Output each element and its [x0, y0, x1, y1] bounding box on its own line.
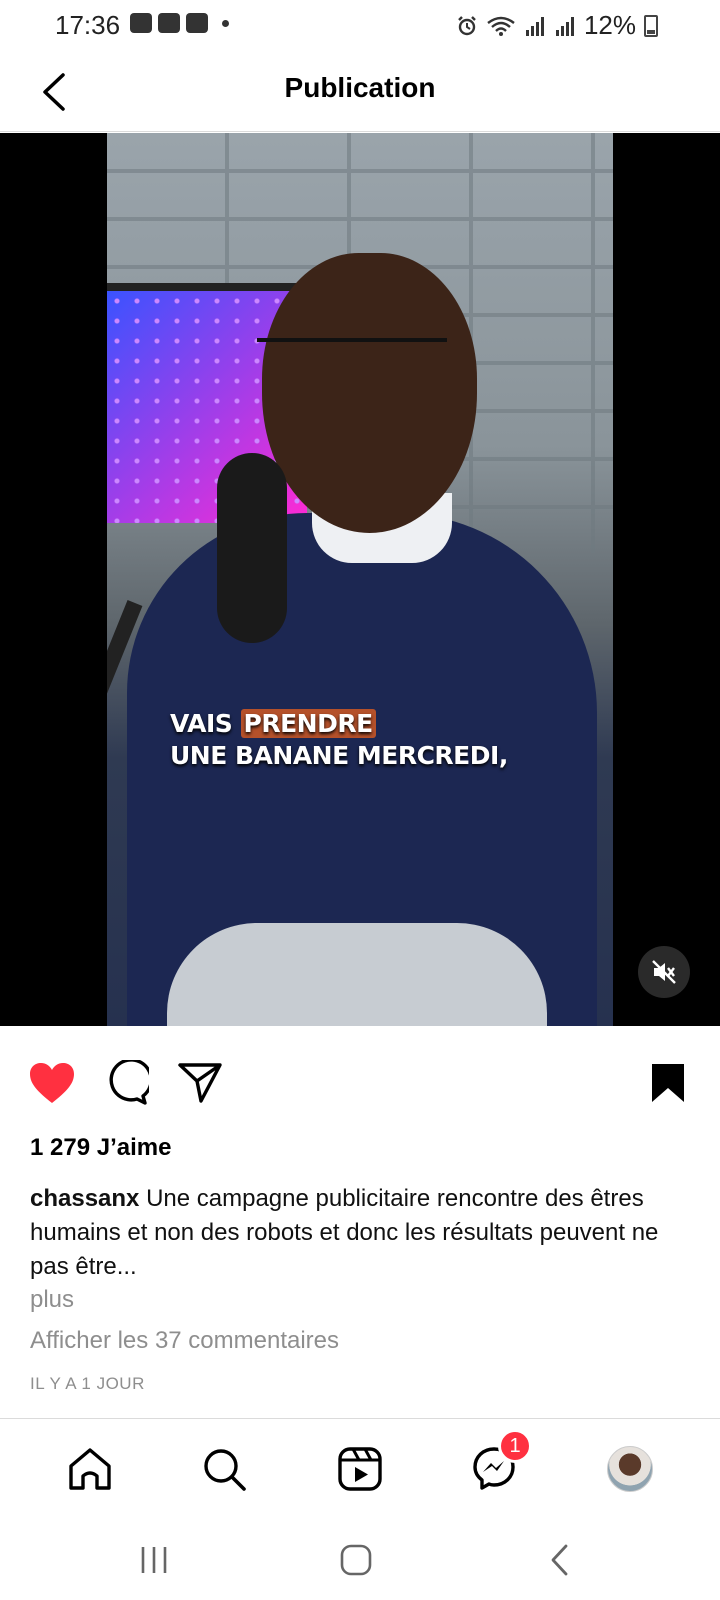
post-timestamp: IL Y A 1 JOUR [30, 1374, 145, 1393]
video-subtitle: VAIS PRENDRE UNE BANANE MERCREDI, [170, 708, 508, 772]
volume-muted-icon [652, 960, 676, 984]
youtube-icon [186, 13, 208, 33]
view-comments-link[interactable]: Afficher les 37 commentaires [30, 1327, 339, 1355]
profile-avatar [607, 1446, 653, 1492]
post-actions [0, 1050, 720, 1114]
home-button[interactable] [326, 1538, 386, 1582]
status-time: 17:36 [55, 10, 121, 40]
heart-icon [30, 1063, 74, 1103]
page-title: Publication [284, 72, 436, 103]
youtube-icon [158, 13, 180, 33]
glasses [257, 338, 447, 378]
messenger-badge: 1 [498, 1429, 532, 1463]
save-button[interactable] [643, 1058, 693, 1108]
nav-search[interactable] [198, 1443, 250, 1495]
more-notifications-icon [222, 19, 229, 27]
gallery-icon [130, 13, 152, 33]
battery-charging-icon [644, 14, 658, 37]
comment-icon [109, 1060, 149, 1105]
system-icons: 12% [456, 10, 658, 41]
status-bar: 17:36 12% [0, 0, 720, 52]
search-icon [204, 1449, 246, 1491]
person-legs [167, 923, 547, 1026]
system-back-button[interactable] [530, 1538, 590, 1582]
reels-icon [338, 1447, 382, 1491]
post-caption: chassanx Une campagne publicitaire renco… [30, 1182, 670, 1284]
more-link[interactable]: plus [30, 1286, 74, 1314]
nav-profile[interactable] [604, 1443, 656, 1495]
nav-messenger[interactable]: 1 [468, 1429, 532, 1495]
signal-icon [525, 16, 544, 36]
post-video[interactable]: VAIS PRENDRE UNE BANANE MERCREDI, [0, 133, 720, 1026]
microphone [217, 453, 287, 643]
system-navigation [0, 1518, 720, 1600]
wifi-icon [487, 16, 515, 36]
notification-icons [130, 13, 229, 33]
recents-button[interactable] [124, 1538, 184, 1582]
subtitle-text: VAIS [170, 709, 241, 738]
caption-username[interactable]: chassanx [30, 1185, 139, 1212]
mute-button[interactable] [638, 946, 690, 998]
likes-count[interactable]: 1 279 J’aime [30, 1134, 171, 1162]
home-button-icon [340, 1544, 372, 1576]
share-button[interactable] [175, 1058, 225, 1108]
nav-reels[interactable] [334, 1443, 386, 1495]
battery-level: 12% [583, 10, 636, 40]
bottom-navigation: 1 [0, 1418, 720, 1518]
back-icon [551, 1544, 568, 1576]
signal-icon [555, 16, 574, 36]
like-button[interactable] [27, 1058, 77, 1108]
recents-icon [141, 1547, 167, 1573]
nav-home[interactable] [64, 1443, 116, 1495]
home-icon [69, 1448, 111, 1490]
top-bar: Publication [0, 52, 720, 132]
subtitle-line-2: UNE BANANE MERCREDI, [170, 741, 508, 770]
person-head [262, 253, 477, 533]
video-frame: VAIS PRENDRE UNE BANANE MERCREDI, [107, 133, 613, 1026]
bookmark-icon [652, 1064, 684, 1102]
share-icon [178, 1063, 222, 1103]
alarm-icon [458, 15, 476, 35]
comment-button[interactable] [101, 1058, 151, 1108]
subtitle-highlight: PRENDRE [240, 709, 376, 738]
